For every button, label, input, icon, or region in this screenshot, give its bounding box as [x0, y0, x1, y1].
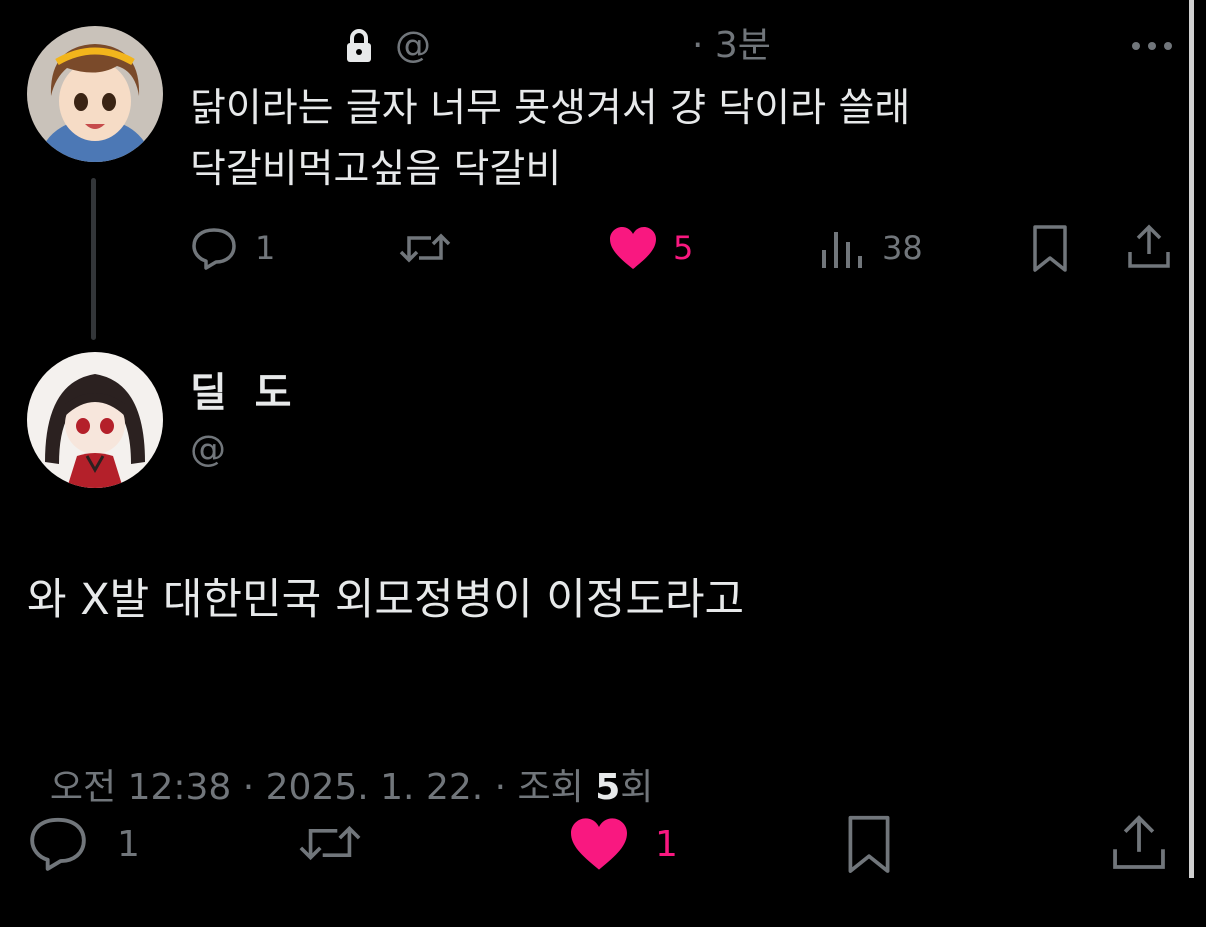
reply-avatar[interactable] — [27, 352, 163, 488]
more-icon[interactable] — [1130, 40, 1174, 52]
parent-avatar-image — [27, 26, 163, 162]
parent-handle[interactable]: @ — [395, 24, 431, 68]
right-edge-bar — [1189, 0, 1194, 878]
reply-meta-time-date: 오전 12:38 · 2025. 1. 22. · 조회 — [49, 767, 596, 808]
heart-icon[interactable] — [608, 225, 658, 271]
reply-reply-icon[interactable] — [27, 814, 89, 872]
retweet-icon[interactable] — [397, 228, 453, 268]
parent-reply-count: 1 — [255, 229, 276, 267]
reply-avatar-image — [27, 352, 163, 488]
reply-heart-icon[interactable] — [568, 816, 630, 872]
parent-view-count: 38 — [882, 229, 923, 267]
thread-connector-line — [91, 178, 96, 340]
reply-share-icon[interactable] — [1110, 814, 1168, 872]
share-icon[interactable] — [1126, 224, 1172, 270]
reply-icon[interactable] — [190, 226, 238, 270]
reply-handle[interactable]: @ — [190, 428, 226, 472]
reply-display-name[interactable]: 딜 도 — [190, 368, 291, 418]
reply-reply-count: 1 — [117, 824, 140, 865]
parent-timestamp[interactable]: · 3분 — [692, 24, 771, 68]
reply-meta: 오전 12:38 · 2025. 1. 22. · 조회 5회 — [27, 716, 654, 812]
reply-bookmark-icon[interactable] — [845, 814, 893, 876]
parent-like-count: 5 — [673, 229, 694, 267]
parent-text-line2: 닥갈비먹고싶음 닥갈비 — [190, 147, 562, 192]
reply-body-text: 와 X발 대한민국 외모정병이 이정도라고 — [27, 575, 745, 625]
reply-retweet-icon[interactable] — [296, 818, 364, 868]
bookmark-icon[interactable] — [1031, 224, 1069, 274]
reply-view-suffix: 회 — [620, 767, 654, 808]
parent-avatar[interactable] — [27, 26, 163, 162]
reply-like-count: 1 — [655, 824, 678, 865]
lock-icon — [344, 28, 374, 64]
reply-view-count: 5 — [595, 767, 621, 808]
views-icon[interactable] — [820, 228, 864, 270]
parent-text-line1: 닭이라는 글자 너무 못생겨서 걍 닥이라 쓸래 — [190, 86, 911, 131]
